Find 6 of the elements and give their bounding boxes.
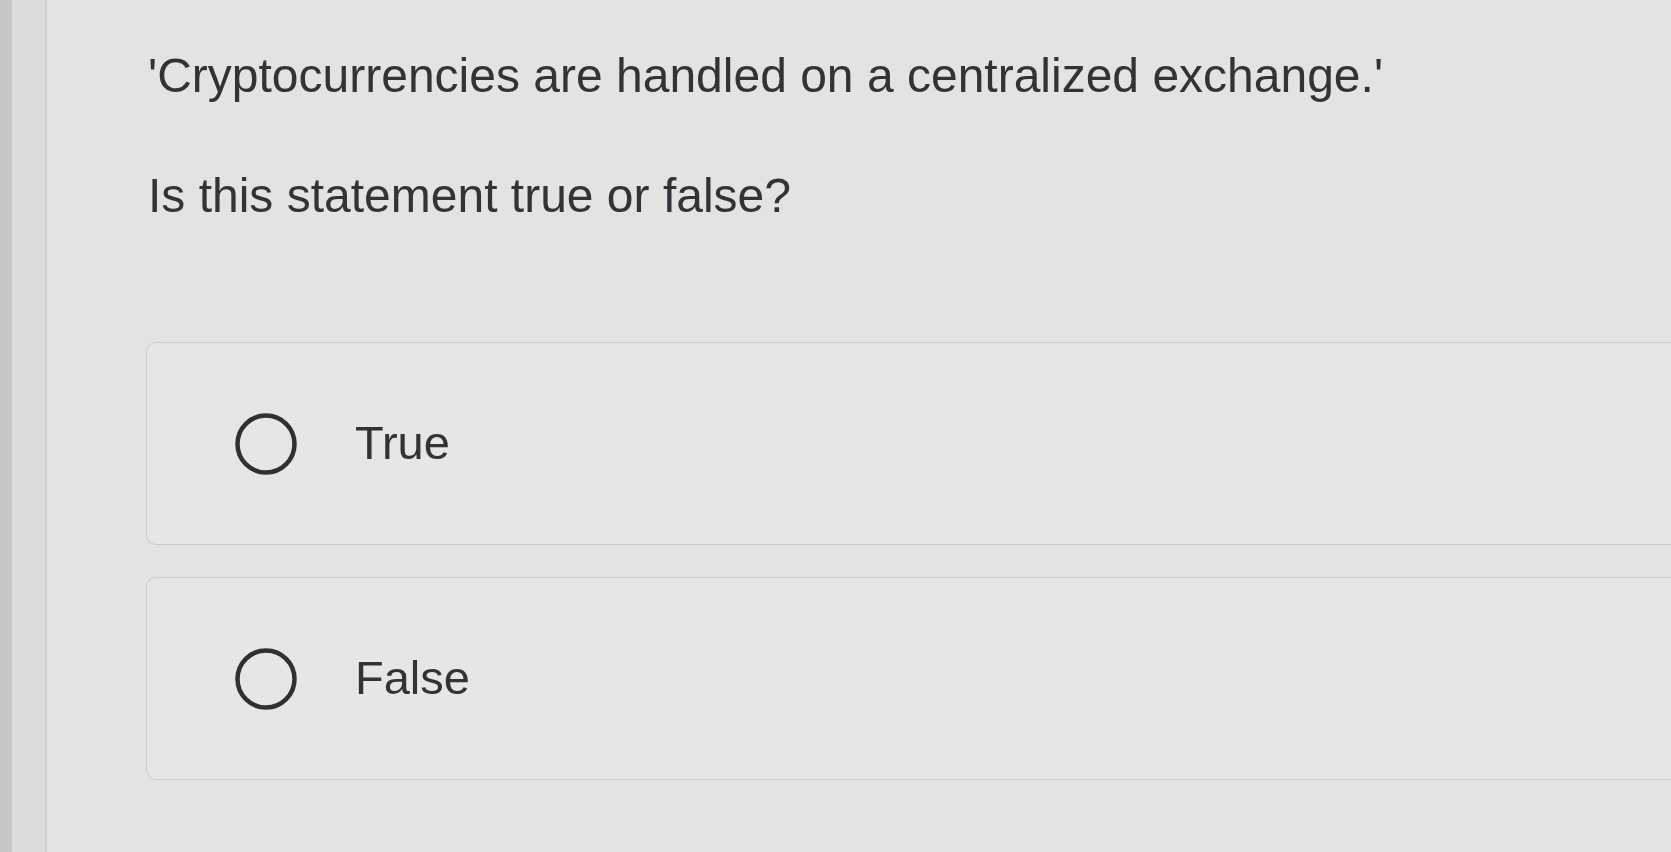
answer-option[interactable]: True <box>146 342 1671 545</box>
answer-option[interactable]: False <box>146 577 1671 780</box>
question-prompt: Is this statement true or false? <box>148 168 791 224</box>
question-statement: 'Cryptocurrencies are handled on a centralized exchange.' <box>148 48 1384 104</box>
radio-button-icon[interactable] <box>235 412 297 475</box>
radio-button-icon[interactable] <box>235 647 297 710</box>
